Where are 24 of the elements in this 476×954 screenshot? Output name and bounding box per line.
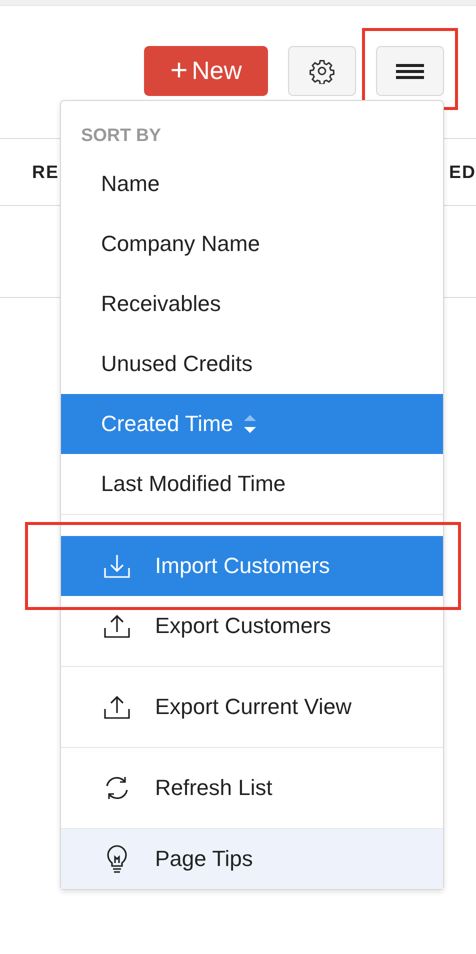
column-header: ED [448,162,476,182]
menu-button[interactable] [376,46,444,96]
download-icon [103,553,131,579]
sort-option[interactable]: Name [61,154,443,214]
menu-item[interactable]: Refresh List [61,758,443,818]
menu-item[interactable]: Export Current View [61,677,443,737]
menu-item[interactable]: Import Customers [61,536,443,596]
sort-icon [243,413,258,435]
column-header: RE [32,162,60,182]
settings-icon [309,58,335,84]
section-title: SORT BY [80,124,162,147]
upload-icon [103,694,131,720]
sort-option[interactable]: Receivables [61,274,443,334]
sort-option[interactable]: Company Name [61,214,443,274]
menu-item[interactable]: Page Tips [61,829,443,889]
settings-button[interactable] [288,46,356,96]
new-button[interactable]: +New [144,46,268,96]
sort-option[interactable]: Created Time [61,394,443,454]
menu-icon [396,61,424,81]
refresh-icon [103,774,131,802]
sort-option[interactable]: Last Modified Time [61,454,443,514]
menu-item[interactable]: Export Customers [61,596,443,656]
sort-option[interactable]: Unused Credits [61,334,443,394]
upload-icon [103,613,131,639]
